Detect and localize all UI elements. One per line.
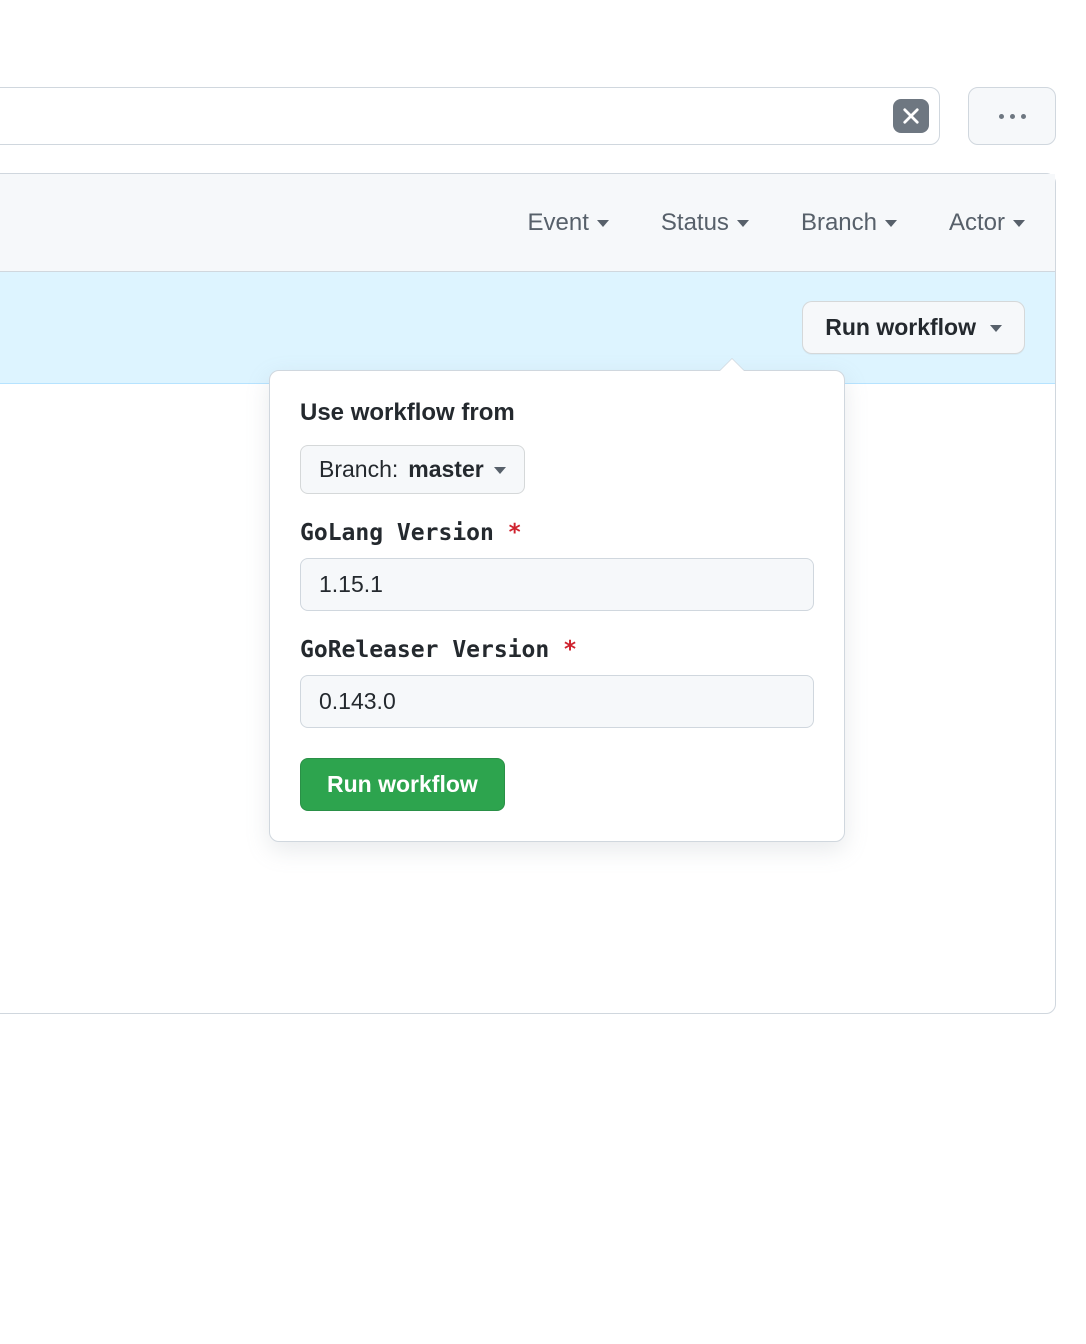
search-input-container[interactable] — [0, 87, 940, 145]
chevron-down-icon — [990, 325, 1002, 332]
more-actions-button[interactable] — [968, 87, 1056, 145]
runs-filter-bar: Event Status Branch Actor — [0, 174, 1055, 272]
chevron-down-icon — [737, 220, 749, 227]
filter-status[interactable]: Status — [661, 209, 749, 237]
kebab-dot — [1010, 114, 1015, 119]
run-workflow-trigger[interactable]: Run workflow — [802, 301, 1025, 354]
branch-select-value: master — [408, 456, 483, 483]
filter-label: Branch — [801, 209, 877, 237]
filter-label: Event — [528, 209, 589, 237]
clear-search-button[interactable] — [893, 99, 929, 133]
branch-select[interactable]: Branch: master — [300, 445, 525, 494]
filter-label: Actor — [949, 209, 1005, 237]
run-workflow-popover: Use workflow from Branch: master GoLang … — [269, 370, 845, 842]
filter-actor[interactable]: Actor — [949, 209, 1025, 237]
filter-label: Status — [661, 209, 729, 237]
runs-panel: Event Status Branch Actor Run workflow — [0, 173, 1056, 1014]
chevron-down-icon — [494, 467, 506, 474]
field-label-golang: GoLang Version * — [300, 520, 814, 546]
close-icon — [901, 106, 921, 126]
workflow-dispatch-banner: Run workflow — [0, 272, 1055, 384]
kebab-dot — [999, 114, 1004, 119]
top-toolbar — [0, 87, 1086, 145]
chevron-down-icon — [885, 220, 897, 227]
chevron-down-icon — [1013, 220, 1025, 227]
run-workflow-trigger-label: Run workflow — [825, 314, 976, 341]
goreleaser-version-input[interactable] — [300, 675, 814, 728]
kebab-dot — [1021, 114, 1026, 119]
field-label-goreleaser: GoReleaser Version * — [300, 637, 814, 663]
popover-title: Use workflow from — [300, 399, 814, 427]
run-workflow-submit[interactable]: Run workflow — [300, 758, 505, 811]
filter-branch[interactable]: Branch — [801, 209, 897, 237]
branch-select-prefix: Branch: — [319, 456, 398, 483]
chevron-down-icon — [597, 220, 609, 227]
golang-version-input[interactable] — [300, 558, 814, 611]
filter-event[interactable]: Event — [528, 209, 609, 237]
